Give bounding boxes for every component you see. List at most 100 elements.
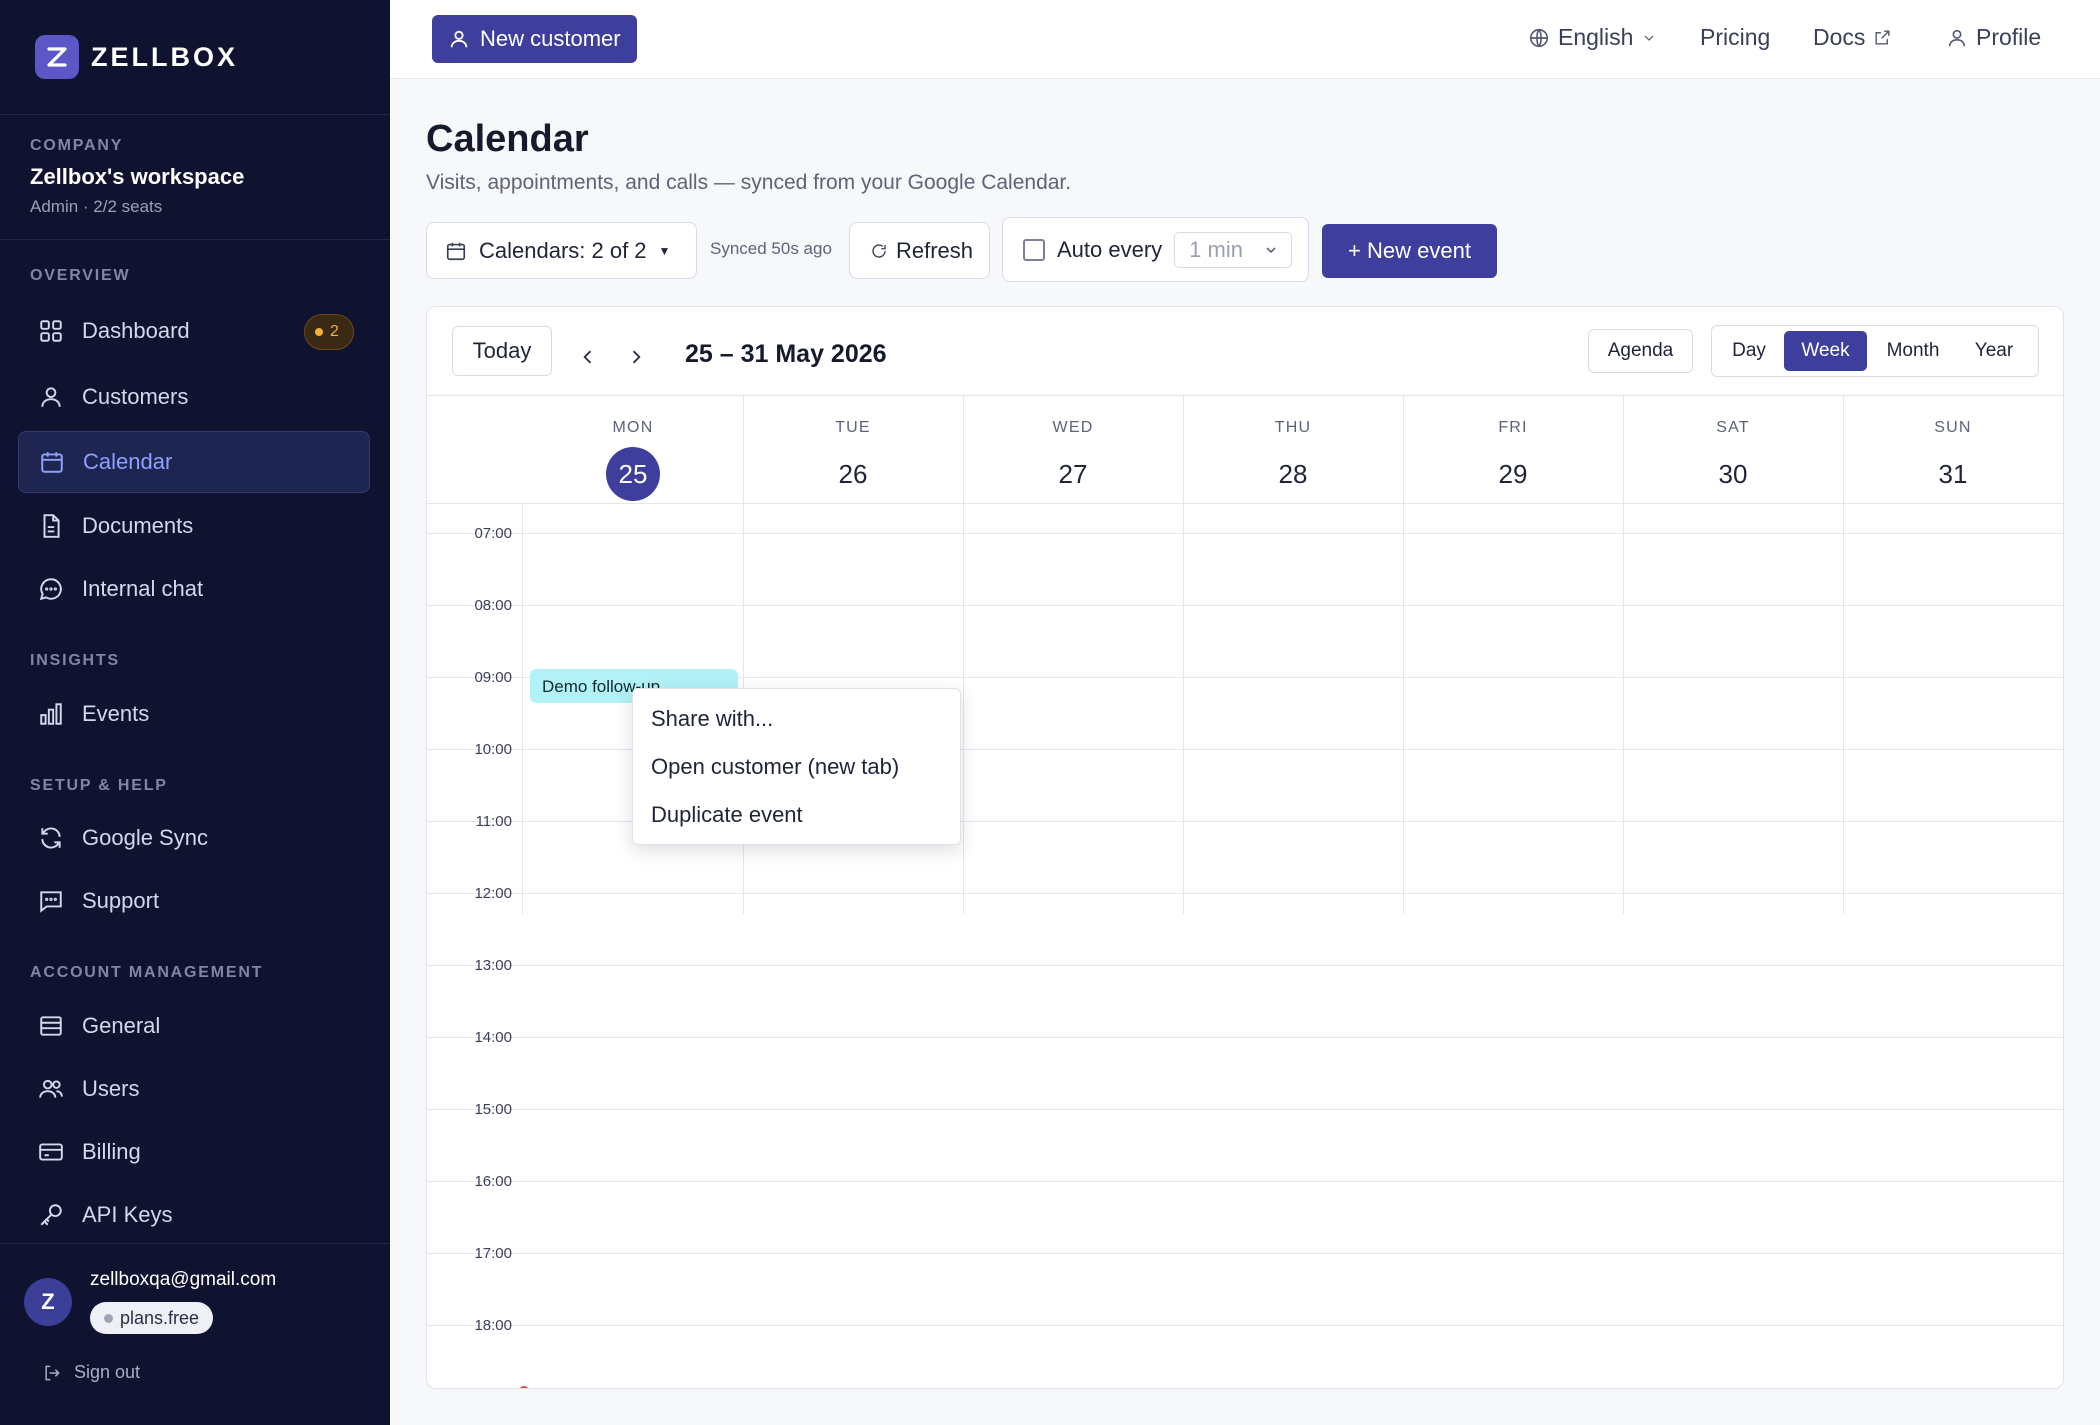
today-button[interactable]: Today xyxy=(452,326,552,376)
workspace-name[interactable]: Zellbox's workspace xyxy=(30,164,244,190)
caret-down-icon: ▼ xyxy=(658,243,671,258)
grid-column-line xyxy=(2063,395,2064,914)
globe-icon xyxy=(1529,28,1549,47)
sidebar-item-documents[interactable]: Documents xyxy=(18,495,370,557)
next-week-button[interactable] xyxy=(618,333,654,381)
sidebar-item-label: Billing xyxy=(82,1139,141,1164)
new-event-button[interactable]: + New event xyxy=(1322,224,1497,278)
view-year-button[interactable]: Year xyxy=(1960,331,2028,371)
day-header-sat[interactable]: SAT 30 xyxy=(1623,407,1843,501)
open-customer-menu-item[interactable]: Open customer (new tab) xyxy=(633,743,960,791)
view-week-button[interactable]: Week xyxy=(1784,331,1867,371)
calendar-card: Today 25 – 31 May 2026 Agenda Day Week M… xyxy=(426,306,2064,1389)
day-of-week-label: FRI xyxy=(1498,419,1528,436)
sidebar: ZELLBOX COMPANY Zellbox's workspace Admi… xyxy=(0,0,390,1425)
insights-section-label: INSIGHTS xyxy=(30,652,120,669)
interval-select[interactable]: 1 min xyxy=(1174,231,1293,268)
grid-icon xyxy=(36,316,66,346)
brand-name: ZELLBOX xyxy=(91,41,238,72)
user-email: zellboxqa@gmail.com xyxy=(90,1269,277,1290)
sidebar-item-label: Events xyxy=(82,701,150,726)
day-header-sun[interactable]: SUN 31 xyxy=(1843,407,2063,501)
sidebar-item-label: Internal chat xyxy=(82,576,204,601)
hour-line xyxy=(427,1253,2063,1254)
day-of-week-label: MON xyxy=(612,419,654,436)
sidebar-item-internal-chat[interactable]: Internal chat xyxy=(18,558,370,620)
avatar[interactable]: Z xyxy=(24,1278,72,1326)
sidebar-item-calendar[interactable]: Calendar xyxy=(18,431,370,493)
top-bar: New customer English Pricing Docs Profil… xyxy=(390,0,2100,79)
day-header-wed[interactable]: WED 27 xyxy=(963,407,1183,501)
document-icon xyxy=(36,511,66,541)
list-icon xyxy=(36,1011,66,1041)
chevron-down-icon xyxy=(1266,246,1276,253)
sidebar-item-users[interactable]: Users xyxy=(18,1058,370,1120)
day-header-tue[interactable]: TUE 26 xyxy=(743,407,963,501)
refresh-button[interactable]: Refresh xyxy=(849,222,990,279)
chevron-down-icon xyxy=(1645,35,1654,41)
notification-badge: 2 xyxy=(304,314,354,350)
refresh-icon xyxy=(872,243,886,258)
day-number: 29 xyxy=(1498,459,1528,489)
hour-line xyxy=(427,1325,2063,1326)
new-customer-button[interactable]: New customer xyxy=(432,15,637,63)
sidebar-item-customers[interactable]: Customers xyxy=(18,366,370,428)
sign-out-icon xyxy=(45,1365,60,1380)
day-header-mon[interactable]: MON 25 xyxy=(523,407,743,501)
brand[interactable]: ZELLBOX xyxy=(35,35,238,79)
calendar-icon xyxy=(446,242,466,260)
auto-refresh-checkbox[interactable] xyxy=(1023,238,1045,261)
sync-icon xyxy=(36,823,66,853)
sidebar-item-google-sync[interactable]: Google Sync xyxy=(18,807,370,869)
sidebar-item-support[interactable]: Support xyxy=(18,870,370,932)
page-subtitle: Visits, appointments, and calls — synced… xyxy=(426,171,1072,194)
sidebar-item-general[interactable]: General xyxy=(18,995,370,1057)
docs-link[interactable]: Docs xyxy=(1813,24,1892,51)
duplicate-event-menu-item[interactable]: Duplicate event xyxy=(633,791,960,839)
day-header-thu[interactable]: THU 28 xyxy=(1183,407,1403,501)
prev-week-button[interactable] xyxy=(570,333,606,381)
day-of-week-label: SAT xyxy=(1716,419,1750,436)
day-number: 27 xyxy=(1058,459,1088,489)
zellbox-logo-icon xyxy=(35,35,79,79)
time-label: 11:00 xyxy=(475,813,512,830)
sidebar-divider xyxy=(0,1243,390,1244)
bar-chart-icon xyxy=(36,699,66,729)
sidebar-item-events[interactable]: Events xyxy=(18,683,370,745)
pricing-link[interactable]: Pricing xyxy=(1700,24,1770,51)
current-time-indicator xyxy=(519,1386,529,1388)
day-of-week-label: WED xyxy=(1052,419,1094,436)
time-label: 10:00 xyxy=(474,741,512,758)
header-divider xyxy=(427,395,2063,396)
language-selector[interactable]: English xyxy=(1528,24,1657,51)
event-context-menu: Share with... Open customer (new tab) Du… xyxy=(632,688,961,845)
time-label: 16:00 xyxy=(474,1173,512,1190)
sidebar-item-dashboard[interactable]: Dashboard 2 xyxy=(18,300,370,362)
view-switcher: Day Week Month Year xyxy=(1711,325,2039,377)
sidebar-item-label: Documents xyxy=(82,513,194,538)
grid-column-line xyxy=(1403,395,1404,914)
day-of-week-label: SUN xyxy=(1934,419,1972,436)
view-agenda-button[interactable]: Agenda xyxy=(1588,329,1693,373)
sign-out-label: Sign out xyxy=(74,1362,141,1382)
sidebar-item-label: Users xyxy=(82,1076,140,1101)
share-with-menu-item[interactable]: Share with... xyxy=(633,695,960,743)
sidebar-item-api-keys[interactable]: API Keys xyxy=(18,1184,370,1246)
day-number: 25 xyxy=(606,447,660,501)
calendars-dropdown[interactable]: Calendars: 2 of 2 ▼ xyxy=(426,222,697,279)
sidebar-item-label: Customers xyxy=(82,384,189,409)
overview-section-label: OVERVIEW xyxy=(30,267,131,284)
view-month-button[interactable]: Month xyxy=(1872,331,1954,371)
sidebar-item-billing[interactable]: Billing xyxy=(18,1121,370,1183)
sign-out-button[interactable]: Sign out xyxy=(42,1362,140,1383)
profile-link[interactable]: Profile xyxy=(1946,24,2041,51)
view-day-button[interactable]: Day xyxy=(1718,331,1780,371)
time-label: 17:00 xyxy=(474,1245,512,1262)
users-icon xyxy=(36,1074,66,1104)
hour-line xyxy=(427,533,2063,534)
grid-column-line xyxy=(1183,395,1184,914)
day-number: 31 xyxy=(1938,459,1968,489)
grid-column-line xyxy=(1623,395,1624,914)
user-icon xyxy=(36,382,66,412)
day-header-fri[interactable]: FRI 29 xyxy=(1403,407,1623,501)
